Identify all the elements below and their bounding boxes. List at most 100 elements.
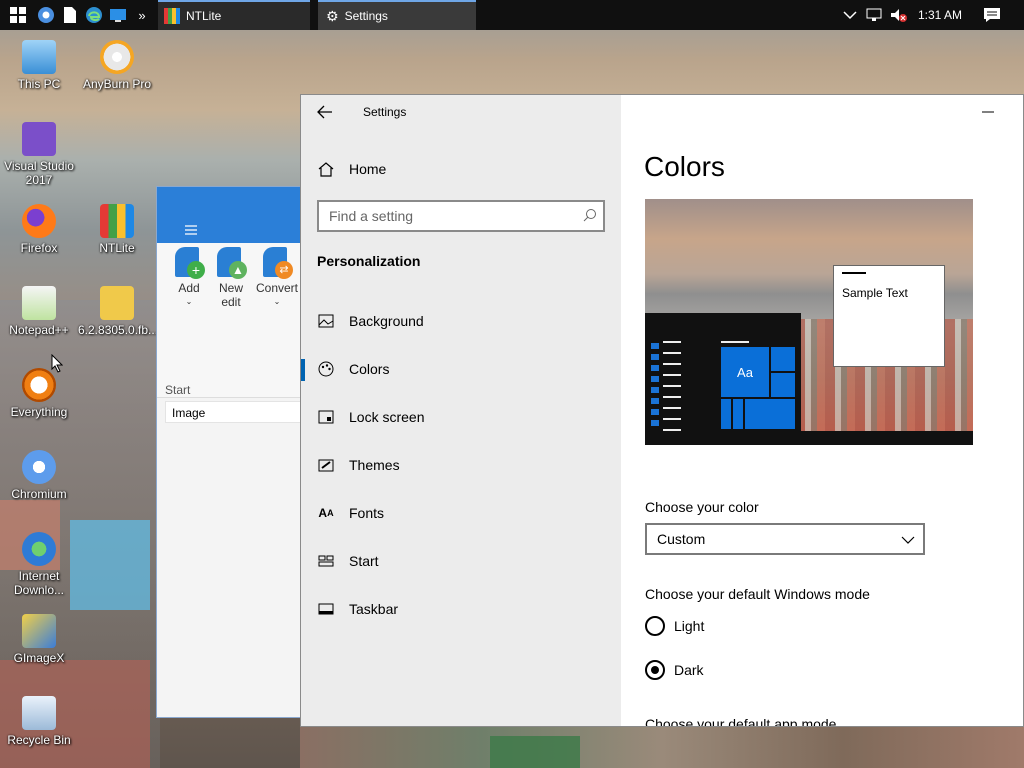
file-icon[interactable] — [60, 5, 80, 25]
mode-radio-light[interactable]: Light — [645, 616, 704, 636]
convert-icon: ⇄ — [263, 247, 293, 279]
fonts-icon: AA — [318, 506, 334, 520]
ntlite-section-label: Start — [165, 383, 191, 397]
chromium-icon[interactable] — [36, 5, 56, 25]
ntlite-list-item-label: Image — [172, 406, 206, 420]
windows-start-icon[interactable] — [8, 5, 28, 25]
desktop-icon-label: NTLite — [99, 241, 135, 255]
desktop-icon-everything[interactable]: Everything — [0, 368, 78, 419]
start-icon — [317, 553, 335, 569]
monitor-icon[interactable] — [108, 5, 128, 25]
taskbar-task-label: Settings — [344, 9, 388, 23]
desktop-icon-chromium[interactable]: Chromium — [0, 450, 78, 501]
gear-icon: ⚙ — [326, 7, 339, 24]
desktop-icon-firefox[interactable]: Firefox — [0, 204, 78, 255]
overflow-chevron-icon[interactable]: » — [132, 5, 152, 25]
app-mode-label: Choose your default app mode — [645, 716, 837, 727]
desktop-icon-label: Everything — [10, 405, 68, 419]
nav-item-lock-screen[interactable]: Lock screen — [301, 393, 621, 441]
add-button[interactable]: + Add ⌄ — [169, 247, 209, 309]
desktop-icon-label: Internet Downlo... — [13, 569, 65, 597]
nav-item-label: Start — [349, 553, 379, 569]
theme-preview: Aa Sample Text — [645, 199, 973, 445]
desktop-icon-recycle-bin[interactable]: Recycle Bin — [0, 696, 78, 747]
nav-home[interactable]: Home — [301, 145, 621, 193]
radio-light[interactable] — [645, 616, 665, 636]
desktop-icon-iso[interactable]: 6.2.8305.0.fb... — [78, 286, 159, 337]
search-placeholder: Find a setting — [329, 208, 414, 224]
color-dropdown[interactable]: Custom — [645, 523, 925, 555]
mode-radio-dark[interactable]: Dark — [645, 660, 704, 680]
minimize-button[interactable] — [973, 103, 1003, 119]
preview-accent-tile: Aa — [721, 347, 769, 397]
nav-item-start[interactable]: Start — [301, 537, 621, 585]
convert-button[interactable]: ⇄ Convert ⌄ — [253, 247, 301, 309]
disc-icon — [100, 40, 134, 74]
clock[interactable]: 1:31 AM — [918, 8, 962, 22]
desktop-icon-label: AnyBurn Pro — [82, 77, 152, 91]
ntlite-list-item[interactable]: Image — [165, 401, 305, 423]
desktop-icon-label: 6.2.8305.0.fb... — [78, 323, 159, 337]
desktop-icon-label: Visual Studio 2017 — [4, 159, 74, 187]
nav-item-colors[interactable]: Colors — [301, 345, 621, 393]
edge-icon[interactable] — [84, 5, 104, 25]
desktop-icon-this-pc[interactable]: This PC — [0, 40, 78, 91]
taskbar-task-ntlite[interactable]: NTLite — [158, 0, 310, 30]
desktop-icon-anyburn[interactable]: AnyBurn Pro — [78, 40, 156, 91]
preview-taskbar — [645, 431, 973, 445]
desktop-icon-visual-studio[interactable]: Visual Studio 2017 — [0, 122, 78, 187]
nav-item-fonts[interactable]: AA Fonts — [301, 489, 621, 537]
nav-item-background[interactable]: Background — [301, 297, 621, 345]
new-edit-button[interactable]: ▲ New edit — [211, 247, 251, 309]
nav-item-themes[interactable]: Themes — [301, 441, 621, 489]
desktop-icon-label: Recycle Bin — [7, 733, 71, 747]
settings-nav-pane: Settings Home Find a setting Personaliza… — [301, 95, 621, 726]
desktop-icon-label: GImageX — [13, 651, 65, 665]
new-edit-button-label: New edit — [218, 281, 243, 309]
computer-icon — [22, 40, 56, 74]
nav-home-label: Home — [349, 161, 387, 177]
chromium-icon — [22, 450, 56, 484]
chevron-up-icon[interactable] — [840, 5, 860, 25]
preview-sample-text: Sample Text — [842, 286, 908, 300]
chevron-down-icon: ⌄ — [185, 297, 193, 306]
add-image-icon: + — [175, 247, 205, 279]
desktop-icon-gimagex[interactable]: GImageX — [0, 614, 78, 665]
add-button-label: Add — [178, 281, 200, 295]
network-icon[interactable] — [864, 5, 884, 25]
volume-muted-icon[interactable] — [888, 5, 908, 25]
color-dropdown-value: Custom — [657, 531, 706, 547]
home-icon — [317, 161, 335, 177]
chevron-down-icon — [901, 533, 915, 548]
chevron-down-icon: ⌄ — [273, 297, 281, 306]
nav-item-taskbar[interactable]: Taskbar — [301, 585, 621, 633]
visual-studio-icon — [22, 122, 56, 156]
window-title: Settings — [363, 105, 407, 119]
nav-item-label: Colors — [349, 361, 390, 377]
convert-button-label: Convert — [255, 281, 299, 295]
taskbar: » NTLite ⚙ Settings 1:31 AM — [0, 0, 1024, 30]
globe-download-icon — [22, 532, 56, 566]
search-input[interactable]: Find a setting — [317, 200, 605, 232]
choose-color-label: Choose your color — [645, 499, 759, 515]
taskbar-icon — [317, 601, 335, 617]
desktop-icon-label: Chromium — [11, 487, 67, 501]
image-icon — [317, 313, 335, 329]
folder-iso-icon — [100, 286, 134, 320]
settings-window: Settings Home Find a setting Personaliza… — [300, 94, 1024, 727]
desktop-icon-idm[interactable]: Internet Downlo... — [0, 532, 78, 597]
desktop-icon-notepadpp[interactable]: Notepad++ — [0, 286, 78, 337]
taskbar-task-settings[interactable]: ⚙ Settings — [318, 0, 476, 30]
firefox-icon — [22, 204, 56, 238]
new-edit-icon: ▲ — [217, 247, 247, 279]
back-arrow-icon[interactable] — [317, 105, 333, 122]
notification-icon[interactable] — [982, 5, 1002, 25]
nav-item-label: Background — [349, 313, 424, 329]
preview-tile-text: Aa — [737, 364, 753, 380]
search-icon — [583, 208, 597, 225]
radio-dark[interactable] — [645, 660, 665, 680]
hamburger-menu-icon[interactable] — [185, 223, 197, 238]
ntlite-color-icon — [164, 8, 180, 24]
ntlite-window: + Add ⌄ ▲ New edit ⇄ Convert ⌄ Start Ima… — [156, 186, 306, 718]
desktop-icon-ntlite[interactable]: NTLite — [78, 204, 156, 255]
